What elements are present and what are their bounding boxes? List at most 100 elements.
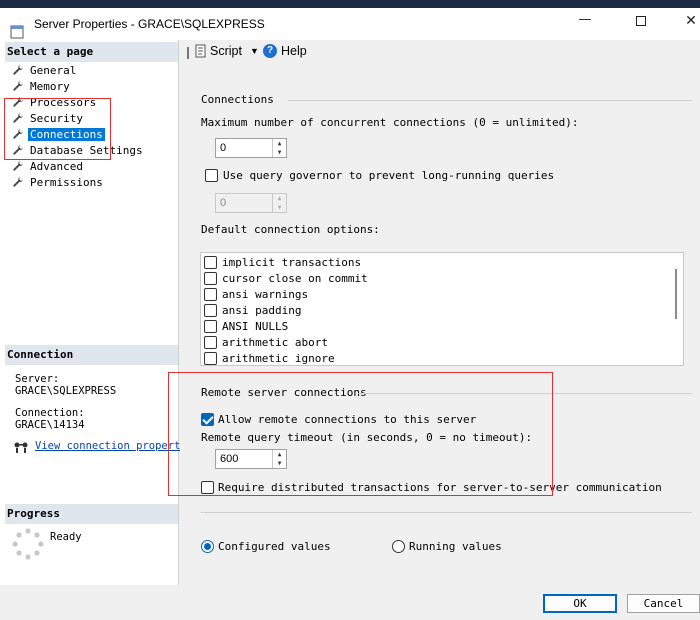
options-scrollbar[interactable] xyxy=(675,269,677,319)
select-page-header: Select a page xyxy=(5,42,178,62)
window-title: Server Properties - GRACE\SQLEXPRESS xyxy=(34,17,265,31)
max-connections-stepper[interactable]: 0 ▲ ▼ xyxy=(215,138,287,158)
ok-button[interactable]: OK xyxy=(543,594,617,613)
option-checkbox[interactable] xyxy=(204,271,217,285)
query-governor-checkbox[interactable] xyxy=(205,169,218,182)
toolbar-grip-icon xyxy=(187,47,189,59)
title-bar: Server Properties - GRACE\SQLEXPRESS — ✕ xyxy=(0,8,700,40)
query-governor-label: Use query governor to prevent long-runni… xyxy=(223,169,555,182)
help-button[interactable]: ? Help xyxy=(263,44,307,58)
max-connections-value: 0 xyxy=(220,142,227,154)
remote-timeout-arrows[interactable]: ▲ ▼ xyxy=(272,450,286,468)
page-item-advanced[interactable]: Advanced xyxy=(12,158,85,174)
default-options-list[interactable]: implicit transactions cursor close on com… xyxy=(200,252,684,366)
remote-timeout-label: Remote query timeout (in seconds, 0 = no… xyxy=(201,431,533,444)
server-value: GRACE\SQLEXPRESS xyxy=(15,385,117,397)
remote-timeout-value: 600 xyxy=(220,453,239,465)
option-label: ANSI NULLS xyxy=(222,319,289,333)
wrench-icon xyxy=(13,97,23,107)
values-divider xyxy=(201,512,692,513)
option-label: ansi warnings xyxy=(222,287,309,301)
maximize-button[interactable] xyxy=(626,16,656,34)
page-item-security[interactable]: Security xyxy=(12,110,85,126)
distributed-transactions-label: Require distributed transactions for ser… xyxy=(218,481,662,494)
option-label: arithmetic ignore xyxy=(222,351,335,365)
page-item-database-settings[interactable]: Database Settings xyxy=(12,142,145,158)
connections-group-label: Connections xyxy=(201,93,274,106)
option-item[interactable]: arithmetic ignore xyxy=(204,350,335,365)
connection-header: Connection xyxy=(5,345,178,365)
close-button[interactable]: ✕ xyxy=(676,13,700,31)
remote-group-divider xyxy=(358,393,692,394)
query-governor-value: 0 xyxy=(220,197,227,209)
option-label: ansi padding xyxy=(222,303,302,317)
page-item-label: Permissions xyxy=(30,175,103,189)
page-item-label: Memory xyxy=(30,79,70,93)
progress-header: Progress xyxy=(5,504,178,524)
remote-group-label: Remote server connections xyxy=(201,386,367,399)
option-label: implicit transactions xyxy=(222,255,362,269)
wrench-icon xyxy=(13,81,23,91)
page-item-label: Connections xyxy=(28,127,105,141)
wrench-icon xyxy=(13,113,23,123)
option-item[interactable]: arithmetic abort xyxy=(204,334,328,350)
minimize-button[interactable]: — xyxy=(570,12,600,30)
help-icon: ? xyxy=(263,44,277,58)
allow-remote-label: Allow remote connections to this server xyxy=(218,413,477,426)
script-dropdown-icon[interactable]: ▼ xyxy=(250,46,259,56)
option-checkbox[interactable] xyxy=(204,287,217,301)
option-checkbox[interactable] xyxy=(204,351,217,365)
help-label: Help xyxy=(281,44,307,58)
configured-values-radio[interactable] xyxy=(201,540,214,553)
top-strip xyxy=(0,0,700,8)
running-values-radio[interactable] xyxy=(392,540,405,553)
toolbar: Script ▼ ? Help xyxy=(183,40,700,64)
option-item[interactable]: implicit transactions xyxy=(204,254,361,270)
view-connection-properties-link[interactable]: View connection properties xyxy=(35,440,199,452)
remote-timeout-stepper[interactable]: 600 ▲ ▼ xyxy=(215,449,287,469)
option-label: cursor close on commit xyxy=(222,271,368,285)
wrench-icon xyxy=(13,177,23,187)
left-pane: Select a page General Memory Processors Sec… xyxy=(0,40,199,585)
progress-status: Ready xyxy=(50,531,82,543)
page-item-memory[interactable]: Memory xyxy=(12,78,72,94)
script-label: Script xyxy=(210,44,242,58)
server-label: Server: xyxy=(15,373,60,385)
configured-values-label: Configured values xyxy=(218,540,331,553)
page-item-permissions[interactable]: Permissions xyxy=(12,174,105,190)
option-checkbox[interactable] xyxy=(204,335,217,349)
server-properties-icon xyxy=(10,25,24,39)
maximize-icon xyxy=(636,16,646,26)
option-item[interactable]: ANSI NULLS xyxy=(204,318,288,334)
connection-value: GRACE\14134 xyxy=(15,419,85,431)
page-item-label: Database Settings xyxy=(30,143,143,157)
running-values-label: Running values xyxy=(409,540,502,553)
progress-spinner-icon xyxy=(12,528,44,560)
connection-properties-icon xyxy=(14,442,28,453)
wrench-icon xyxy=(13,129,23,139)
page-item-label: Security xyxy=(30,111,83,125)
page-item-general[interactable]: General xyxy=(12,62,78,78)
max-connections-label: Maximum number of concurrent connections… xyxy=(201,116,579,129)
query-governor-stepper: 0 ▲ ▼ xyxy=(215,193,287,213)
connection-label: Connection: xyxy=(15,407,85,419)
cancel-button[interactable]: Cancel xyxy=(627,594,700,613)
option-checkbox[interactable] xyxy=(204,319,217,333)
page-item-connections[interactable]: Connections xyxy=(12,126,105,142)
page-item-processors[interactable]: Processors xyxy=(12,94,98,110)
script-button[interactable]: Script ▼ xyxy=(195,44,259,58)
wrench-icon xyxy=(13,65,23,75)
wrench-icon xyxy=(13,161,23,171)
option-item[interactable]: cursor close on commit xyxy=(204,270,368,286)
query-governor-arrows: ▲ ▼ xyxy=(272,194,286,212)
option-checkbox[interactable] xyxy=(204,303,217,317)
option-item[interactable]: ansi padding xyxy=(204,302,301,318)
connections-group-divider xyxy=(288,100,692,101)
max-connections-arrows[interactable]: ▲ ▼ xyxy=(272,139,286,157)
option-item[interactable]: ansi warnings xyxy=(204,286,308,302)
page-item-label: Processors xyxy=(30,95,97,109)
option-checkbox[interactable] xyxy=(204,255,217,269)
connections-page: Connections Maximum number of concurrent… xyxy=(180,64,700,585)
distributed-transactions-checkbox[interactable] xyxy=(201,481,214,494)
allow-remote-checkbox[interactable] xyxy=(201,413,214,426)
